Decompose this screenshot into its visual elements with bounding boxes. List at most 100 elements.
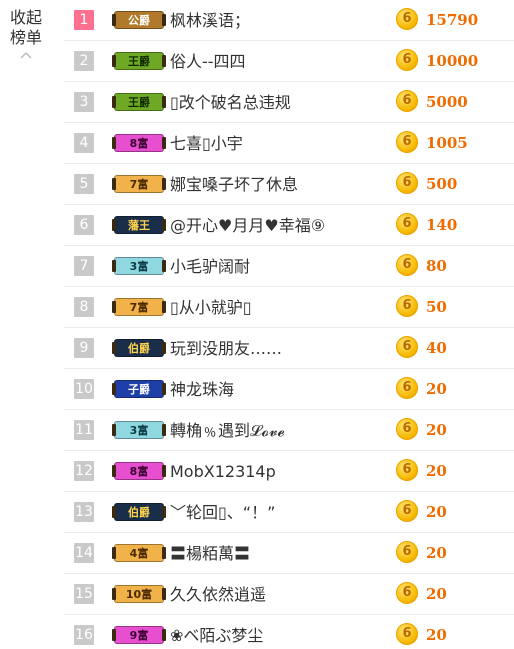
- level-badge: 公爵: [112, 11, 166, 29]
- user-name: 〓楊粨萬〓: [170, 544, 251, 563]
- coin-icon: 6: [396, 295, 418, 317]
- coin-icon: 6: [396, 459, 418, 481]
- list-item[interactable]: 16 9富 ❀ベ陌ぶ梦尘 6 20: [64, 615, 514, 649]
- rank-number: 12: [74, 461, 94, 481]
- coin-icon: 6: [396, 131, 418, 153]
- coin-icon: 6: [396, 8, 418, 30]
- coin-icon: 6: [396, 623, 418, 645]
- user-name: 久久依然逍遥: [170, 585, 267, 604]
- list-item[interactable]: 13 伯爵 ﹀轮回▯、“！” 6 20: [64, 492, 514, 533]
- coin-icon: 6: [396, 418, 418, 440]
- rank-number: 13: [74, 502, 94, 522]
- gift-amount: 20: [426, 503, 447, 521]
- gift-amount: 80: [426, 257, 447, 275]
- user-name: ❀ベ陌ぶ梦尘: [170, 626, 264, 645]
- list-item[interactable]: 1 公爵 枫林溪语； 6 15790: [64, 0, 514, 41]
- coin-icon: 6: [396, 172, 418, 194]
- coin-icon: 6: [396, 213, 418, 235]
- level-badge: 王爵: [112, 52, 166, 70]
- level-badge: 伯爵: [112, 339, 166, 357]
- level-badge: 10富: [112, 585, 166, 603]
- level-badge: 8富: [112, 134, 166, 152]
- rank-number: 6: [74, 215, 94, 235]
- list-item[interactable]: 12 8富 MobX12314p 6 20: [64, 451, 514, 492]
- gift-amount: 20: [426, 544, 447, 562]
- gift-amount: 140: [426, 216, 458, 234]
- user-name: 玩到没朋友……: [170, 339, 283, 358]
- level-badge: 子爵: [112, 380, 166, 398]
- collapse-label: 收起榜单: [9, 8, 42, 47]
- coin-icon: 6: [396, 541, 418, 563]
- collapse-ranking-button[interactable]: 收起榜单: [4, 8, 48, 62]
- list-item[interactable]: 2 王爵 俗人--四四 6 10000: [64, 41, 514, 82]
- list-item[interactable]: 5 7富 娜宝嗓子坏了休息 6 500: [64, 164, 514, 205]
- gift-amount: 40: [426, 339, 447, 357]
- level-badge: 4富: [112, 544, 166, 562]
- rank-number: 8: [74, 297, 94, 317]
- user-name: 轉桷﹪遇到𝓛𝓸𝓿𝓮: [170, 421, 285, 440]
- user-name: ﹀轮回▯、“！”: [170, 503, 276, 522]
- gift-amount: 10000: [426, 52, 479, 70]
- rank-number: 2: [74, 51, 94, 71]
- coin-icon: 6: [396, 500, 418, 522]
- list-item[interactable]: 11 3富 轉桷﹪遇到𝓛𝓸𝓿𝓮 6 20: [64, 410, 514, 451]
- user-name: MobX12314p: [170, 462, 276, 481]
- gift-amount: 15790: [426, 11, 479, 29]
- rank-number: 16: [74, 625, 94, 645]
- level-badge: 3富: [112, 257, 166, 275]
- ranking-list: 1 公爵 枫林溪语； 6 15790 2 王爵 俗人--四四 6 10000 3…: [64, 0, 514, 649]
- rank-number: 4: [74, 133, 94, 153]
- user-name: 七喜▯小宇: [170, 134, 243, 153]
- level-badge: 9富: [112, 626, 166, 644]
- rank-number: 7: [74, 256, 94, 276]
- gift-amount: 20: [426, 585, 447, 603]
- gift-amount: 500: [426, 175, 458, 193]
- rank-number: 9: [74, 338, 94, 358]
- gift-amount: 20: [426, 462, 447, 480]
- level-badge: 3富: [112, 421, 166, 439]
- gift-amount: 50: [426, 298, 447, 316]
- chevron-up-icon: [20, 51, 32, 59]
- user-name: @开心♥月月♥幸福⑨: [170, 216, 326, 235]
- user-name: 娜宝嗓子坏了休息: [170, 175, 299, 194]
- level-badge: 藩王: [112, 216, 166, 234]
- list-item[interactable]: 4 8富 七喜▯小宇 6 1005: [64, 123, 514, 164]
- user-name: ▯从小就驴▯: [170, 298, 252, 317]
- rank-number: 15: [74, 584, 94, 604]
- rank-number: 3: [74, 92, 94, 112]
- rank-number: 10: [74, 379, 94, 399]
- gift-amount: 5000: [426, 93, 468, 111]
- list-item[interactable]: 10 子爵 神龙珠海 6 20: [64, 369, 514, 410]
- rank-number: 1: [74, 10, 94, 30]
- coin-icon: 6: [396, 90, 418, 112]
- rank-number: 5: [74, 174, 94, 194]
- user-name: 俗人--四四: [170, 52, 246, 71]
- user-name: ▯改个破名总违规: [170, 93, 291, 112]
- list-item[interactable]: 15 10富 久久依然逍遥 6 20: [64, 574, 514, 615]
- user-name: 神龙珠海: [170, 380, 235, 399]
- level-badge: 7富: [112, 298, 166, 316]
- list-item[interactable]: 3 王爵 ▯改个破名总违规 6 5000: [64, 82, 514, 123]
- rank-number: 11: [74, 420, 94, 440]
- level-badge: 伯爵: [112, 503, 166, 521]
- gift-amount: 20: [426, 626, 447, 644]
- gift-amount: 20: [426, 421, 447, 439]
- coin-icon: 6: [396, 582, 418, 604]
- coin-icon: 6: [396, 336, 418, 358]
- list-item[interactable]: 8 7富 ▯从小就驴▯ 6 50: [64, 287, 514, 328]
- list-item[interactable]: 9 伯爵 玩到没朋友…… 6 40: [64, 328, 514, 369]
- level-badge: 7富: [112, 175, 166, 193]
- user-name: 枫林溪语；: [170, 11, 251, 30]
- list-item[interactable]: 6 藩王 @开心♥月月♥幸福⑨ 6 140: [64, 205, 514, 246]
- user-name: 小毛驴阔耐: [170, 257, 251, 276]
- level-badge: 8富: [112, 462, 166, 480]
- rank-number: 14: [74, 543, 94, 563]
- coin-icon: 6: [396, 49, 418, 71]
- list-item[interactable]: 14 4富 〓楊粨萬〓 6 20: [64, 533, 514, 574]
- gift-amount: 1005: [426, 134, 468, 152]
- coin-icon: 6: [396, 377, 418, 399]
- list-item[interactable]: 7 3富 小毛驴阔耐 6 80: [64, 246, 514, 287]
- coin-icon: 6: [396, 254, 418, 276]
- level-badge: 王爵: [112, 93, 166, 111]
- gift-amount: 20: [426, 380, 447, 398]
